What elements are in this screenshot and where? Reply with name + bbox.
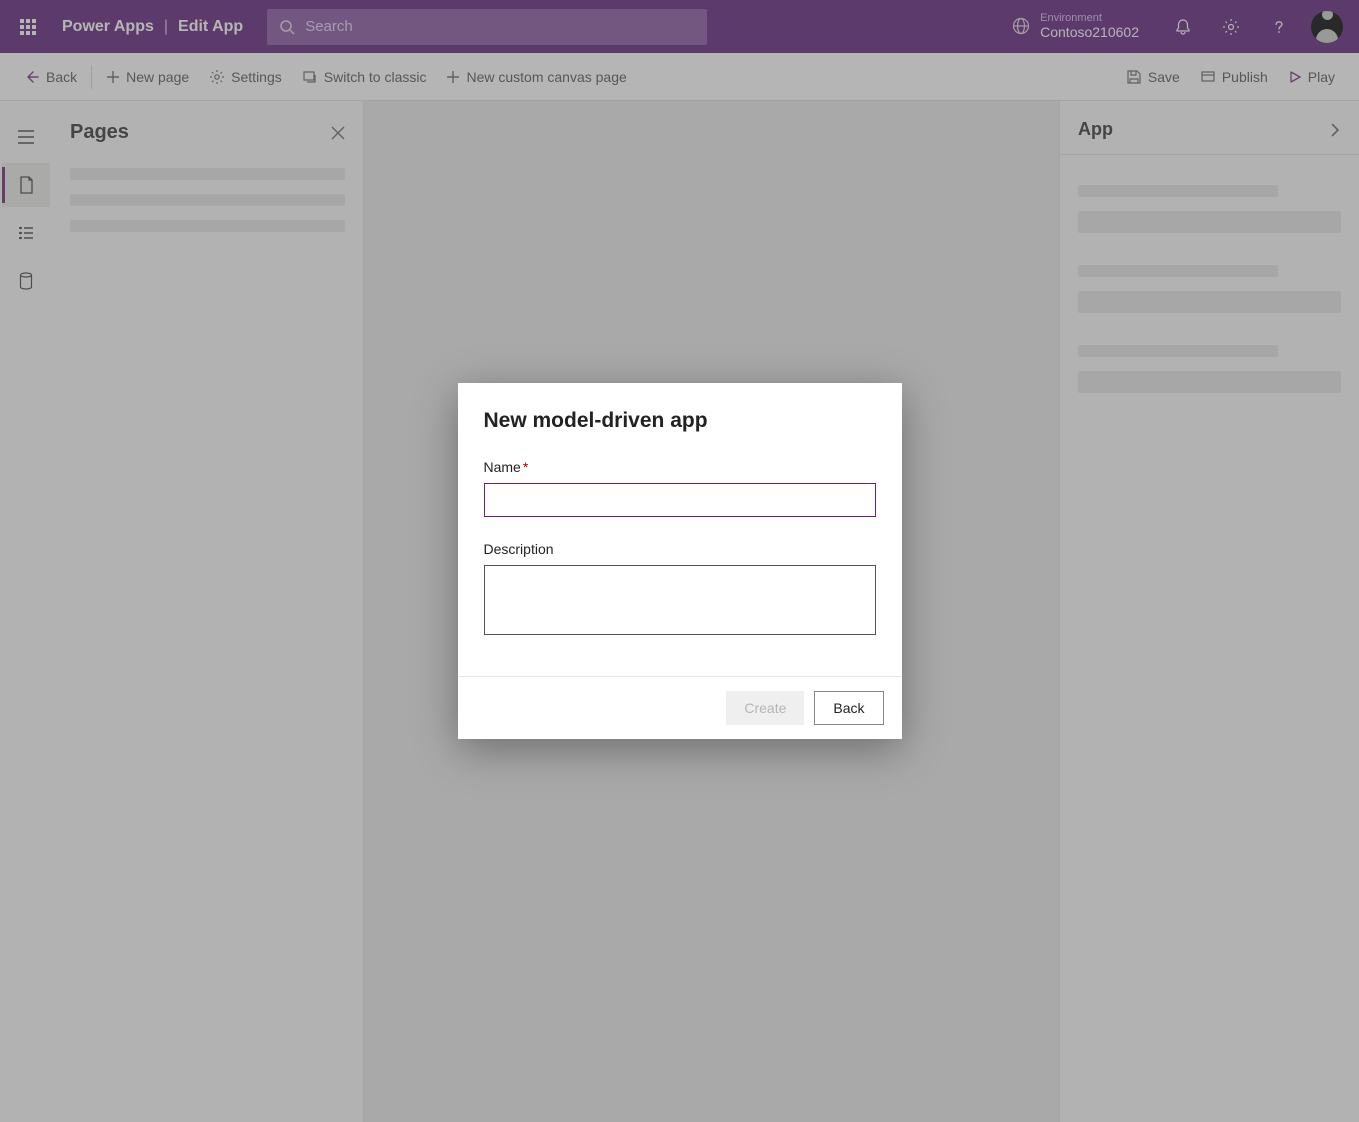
new-app-dialog: New model-driven app Name* Description C… (458, 383, 902, 739)
create-button[interactable]: Create (726, 691, 804, 725)
name-input[interactable] (484, 483, 876, 517)
description-label: Description (484, 541, 876, 557)
description-input[interactable] (484, 565, 876, 635)
name-label: Name* (484, 459, 876, 475)
modal-overlay: New model-driven app Name* Description C… (0, 0, 1359, 1122)
back-dialog-button[interactable]: Back (814, 691, 883, 725)
dialog-title: New model-driven app (484, 409, 876, 433)
